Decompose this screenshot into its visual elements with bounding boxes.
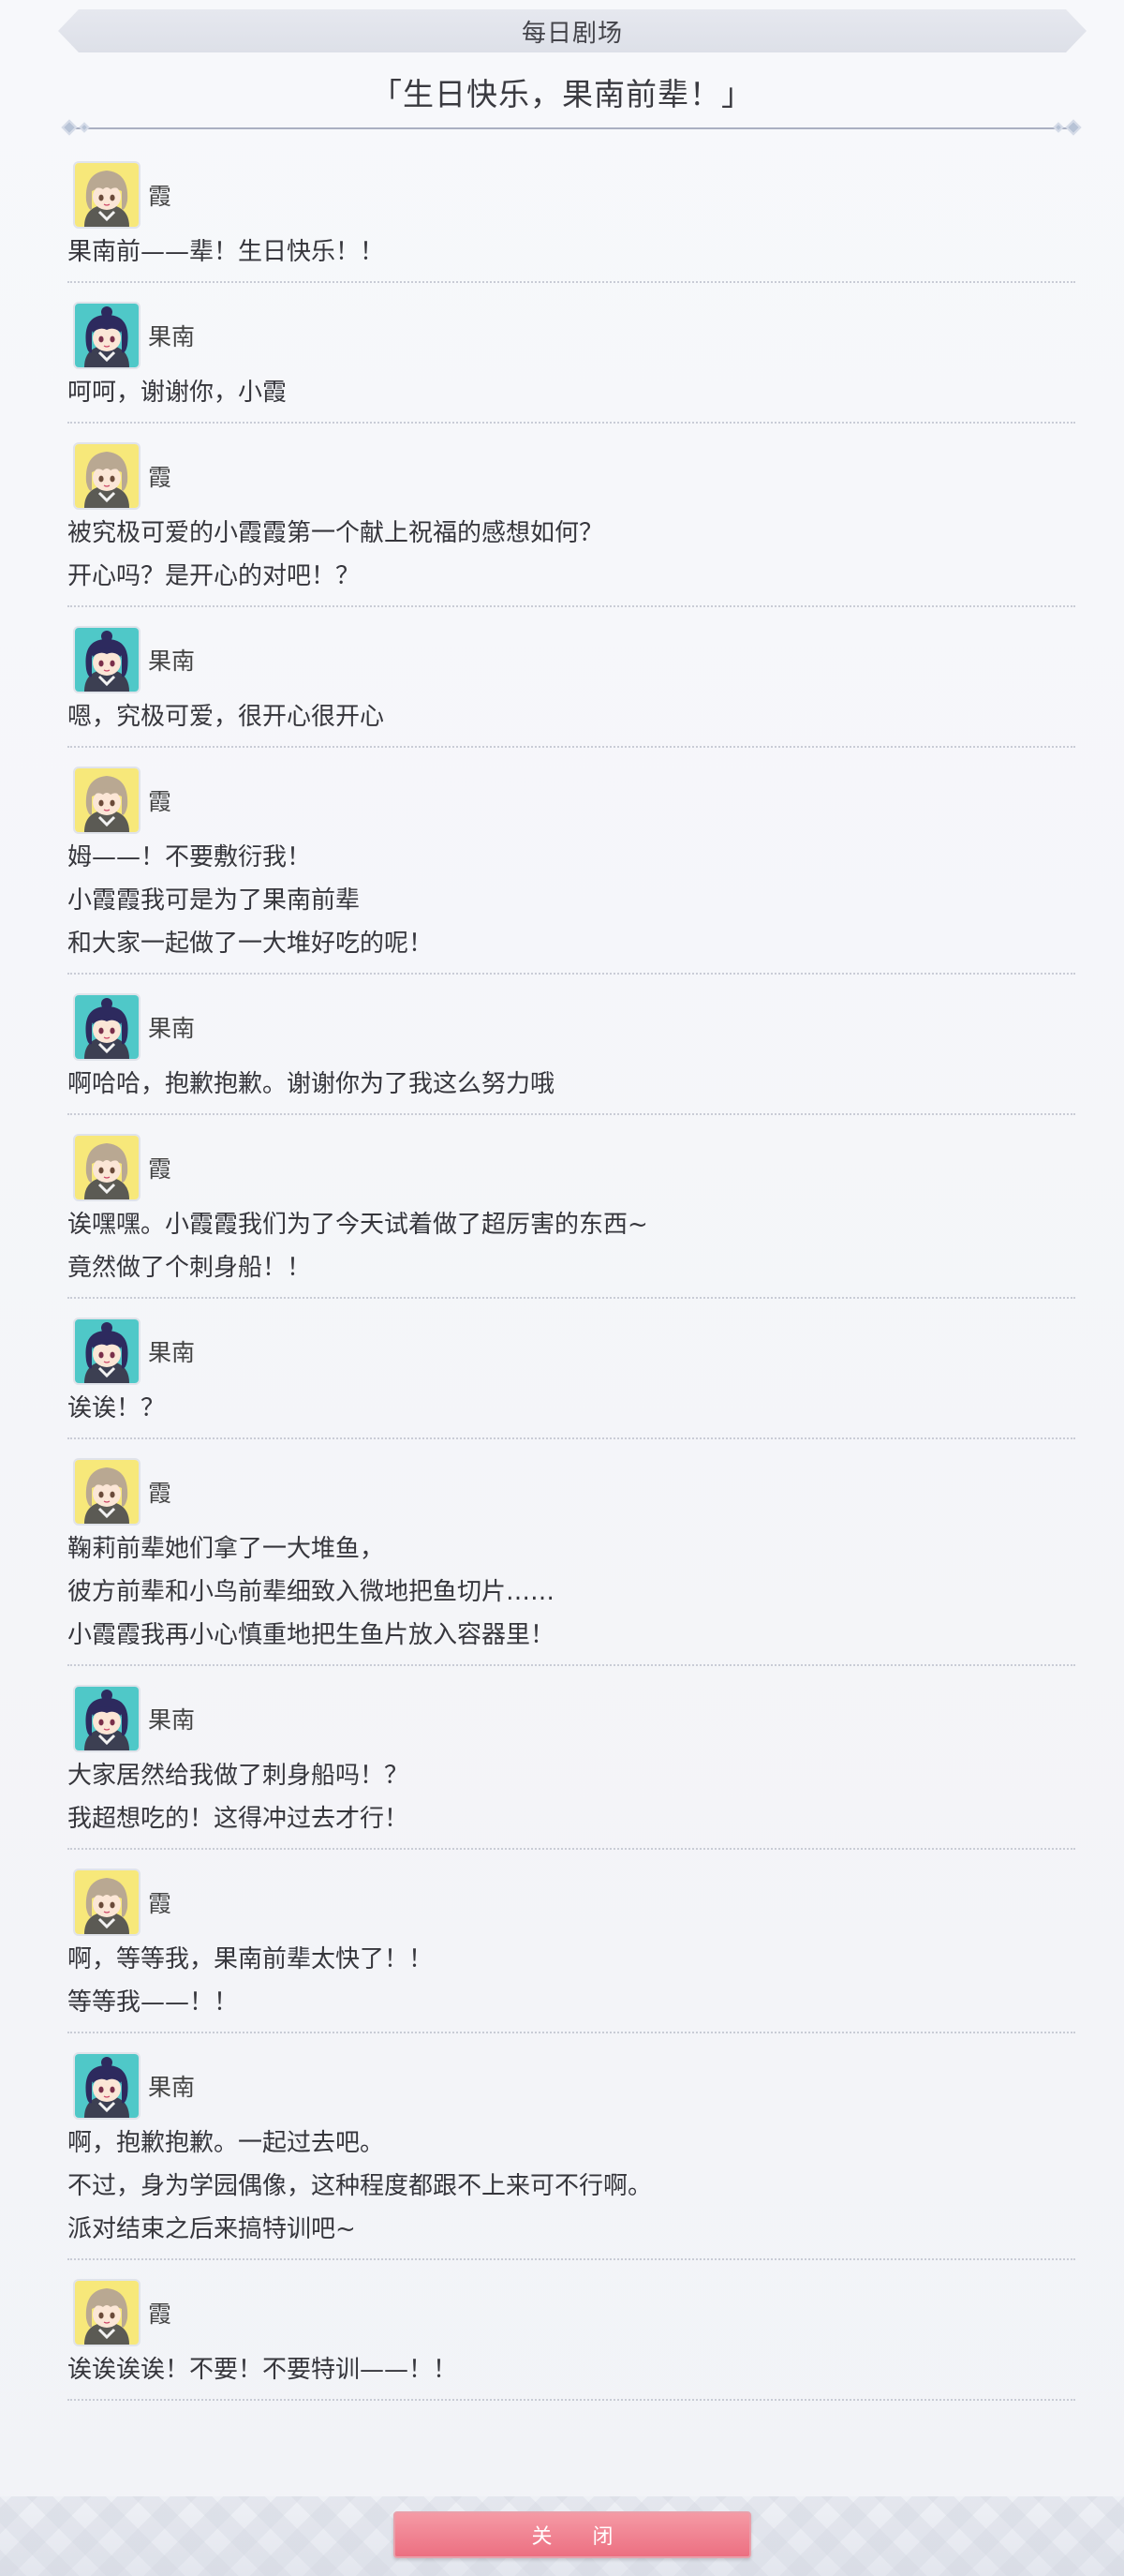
close-button-label: 关 闭 (531, 2525, 630, 2549)
dialogue-line: 和大家一起做了一大堆好吃的呢！ (67, 930, 434, 958)
speaker-row: 霞 (73, 161, 171, 229)
dialogue-line: 被究极可爱的小霞霞第一个献上祝福的感想如何？ (67, 519, 604, 547)
kanan-avatar-icon (73, 626, 140, 693)
dotted-divider (67, 1437, 1075, 1439)
speaker-name: 霞 (148, 183, 172, 210)
dialogue-line: 等等我——！！ (67, 1988, 239, 2017)
speaker-name: 果南 (148, 2074, 196, 2101)
kasumi-avatar-icon (73, 767, 140, 834)
dotted-divider (67, 1664, 1075, 1666)
header-title: 每日剧场 (521, 19, 623, 48)
dialogue-line: 竟然做了个刺身船！！ (67, 1254, 312, 1282)
speaker-name: 霞 (148, 1480, 172, 1507)
dotted-divider (67, 422, 1075, 424)
speaker-row: 果南 (73, 1318, 195, 1385)
speaker-name: 果南 (148, 323, 196, 350)
dialogue-line: 啊哈哈，抱歉抱歉。谢谢你为了我这么努力哦 (67, 1070, 555, 1098)
kanan-avatar-icon (73, 1685, 140, 1752)
kasumi-avatar-icon (73, 2279, 140, 2346)
speaker-row: 果南 (73, 302, 195, 369)
dialogue-line: 派对结束之后来搞特训吧~ (67, 2215, 356, 2243)
dialogue-line: 诶嘿嘿。小霞霞我们为了今天试着做了超厉害的东西~ (67, 1211, 648, 1239)
kanan-avatar-icon (73, 302, 140, 369)
speaker-row: 果南 (73, 1685, 195, 1752)
kanan-avatar-icon (73, 2052, 140, 2120)
dialogue-line: 啊，等等我，果南前辈太快了！！ (67, 1945, 434, 1973)
speaker-row: 霞 (73, 2279, 171, 2346)
kasumi-avatar-icon (73, 442, 140, 510)
dialogue-line: 彼方前辈和小鸟前辈细致入微地把鱼切片…… (67, 1578, 555, 1606)
dialogue-line: 开心吗？是开心的对吧！？ (67, 562, 361, 590)
diamond-ornament-icon (1053, 122, 1064, 133)
dotted-divider (67, 1113, 1075, 1115)
dotted-divider (67, 1297, 1075, 1299)
dialogue-line: 诶诶诶诶！不要！不要特训——！！ (67, 2356, 458, 2384)
dialogue-line: 诶诶！？ (67, 1394, 166, 1422)
dotted-divider (67, 2032, 1075, 2033)
speaker-name: 霞 (148, 1155, 172, 1183)
speaker-name: 果南 (148, 1706, 196, 1734)
dotted-divider (67, 281, 1075, 283)
speaker-name: 霞 (148, 2301, 172, 2328)
speaker-row: 果南 (73, 626, 195, 693)
speaker-name: 霞 (148, 1890, 172, 1917)
dotted-divider (67, 973, 1075, 975)
speaker-row: 霞 (73, 1458, 171, 1526)
dialogue-line: 呵呵，谢谢你，小霞 (67, 379, 288, 407)
close-button[interactable]: 关 闭 (393, 2511, 751, 2558)
speaker-name: 霞 (148, 788, 172, 815)
kasumi-avatar-icon (73, 1134, 140, 1201)
kasumi-avatar-icon (73, 1458, 140, 1526)
story-title: 「生日快乐，果南前辈！」 (371, 76, 753, 112)
dialogue-line: 姆——！不要敷衍我！ (67, 843, 312, 871)
daily-theater-page: 每日剧场 「生日快乐，果南前辈！」 霞果南前——辈！生日快乐！！ 果南 呵呵，谢谢… (0, 0, 1124, 2576)
dialogue-line: 果南前——辈！生日快乐！！ (67, 238, 385, 266)
dotted-divider (67, 605, 1075, 607)
kasumi-avatar-icon (73, 1869, 140, 1936)
speaker-row: 霞 (73, 767, 171, 834)
speaker-row: 果南 (73, 2052, 195, 2120)
dialogue-line: 大家居然给我做了刺身船吗！？ (67, 1762, 409, 1790)
diamond-ornament-icon (1065, 119, 1082, 136)
speaker-name: 果南 (148, 1015, 196, 1042)
speaker-row: 霞 (73, 442, 171, 510)
kanan-avatar-icon (73, 993, 140, 1061)
dialogue-line: 鞠莉前辈她们拿了一大堆鱼， (67, 1535, 385, 1563)
dialogue-line: 不过，身为学园偶像，这种程度都跟不上来可不行啊。 (67, 2172, 653, 2200)
dialogue-line: 我超想吃的！这得冲过去才行！ (67, 1805, 409, 1833)
speaker-name: 果南 (148, 648, 196, 675)
diamond-ornament-icon (61, 119, 78, 136)
header-tab: 每日剧场 (58, 9, 1087, 52)
dotted-divider (67, 2399, 1075, 2401)
dialogue-line: 啊，抱歉抱歉。一起过去吧。 (67, 2129, 385, 2157)
speaker-name: 果南 (148, 1339, 196, 1366)
dialogue-line: 小霞霞我可是为了果南前辈 (67, 886, 361, 915)
dialogue-line: 小霞霞我再小心慎重地把生鱼片放入容器里！ (67, 1621, 555, 1649)
speaker-name: 霞 (148, 464, 172, 491)
dotted-divider (67, 746, 1075, 748)
dotted-divider (67, 2258, 1075, 2260)
speaker-row: 霞 (73, 1134, 171, 1201)
kanan-avatar-icon (73, 1318, 140, 1385)
dialogue-line: 嗯，究极可爱，很开心很开心 (67, 703, 385, 731)
title-divider (61, 119, 1082, 136)
kasumi-avatar-icon (73, 161, 140, 229)
speaker-row: 霞 (73, 1869, 171, 1936)
speaker-row: 果南 (73, 993, 195, 1061)
diamond-ornament-icon (79, 122, 90, 133)
dotted-divider (67, 1848, 1075, 1850)
